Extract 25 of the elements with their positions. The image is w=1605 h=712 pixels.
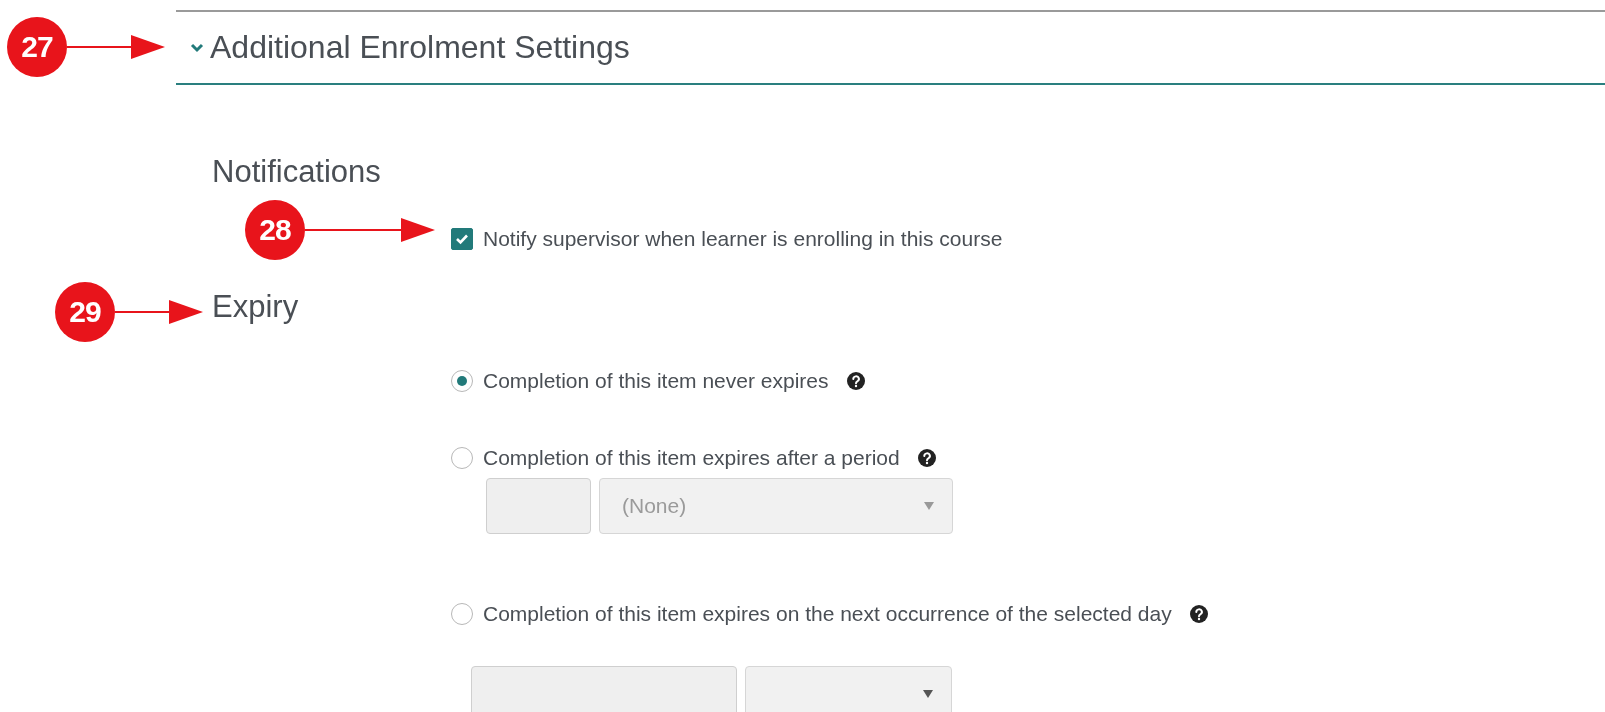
chevron-icon[interactable]: [190, 42, 204, 53]
help-icon[interactable]: [917, 449, 936, 467]
help-icon[interactable]: [846, 372, 865, 390]
arrow-icon: [115, 300, 203, 324]
radio-label: Completion of this item never expires: [483, 369, 829, 393]
period-select[interactable]: (None): [599, 478, 953, 534]
arrow-icon: [67, 35, 165, 59]
radio-button[interactable]: [451, 447, 473, 469]
caret-icon: [924, 502, 934, 510]
arrow-icon: [305, 218, 435, 242]
checkmark-icon: [455, 233, 469, 245]
section-heading: Notifications: [212, 155, 381, 189]
radio-button[interactable]: [451, 603, 473, 625]
radio-label: Completion of this item expires after a period: [483, 446, 900, 470]
section-heading: Expiry: [212, 290, 299, 324]
callout-badge: 28: [245, 200, 305, 260]
radio-button[interactable]: [451, 370, 473, 392]
section-title: Additional Enrolment Settings: [210, 29, 630, 66]
checkbox[interactable]: [451, 228, 473, 250]
checkbox-label: Notify supervisor when learner is enrolling in this course: [483, 227, 1003, 251]
callout-badge: 27: [7, 17, 67, 77]
help-icon[interactable]: [1189, 605, 1208, 623]
caret-icon: [923, 690, 933, 698]
callout-badge: 29: [55, 282, 115, 342]
radio-label: Completion of this item expires on the next occurrence of the selected day: [483, 602, 1172, 626]
